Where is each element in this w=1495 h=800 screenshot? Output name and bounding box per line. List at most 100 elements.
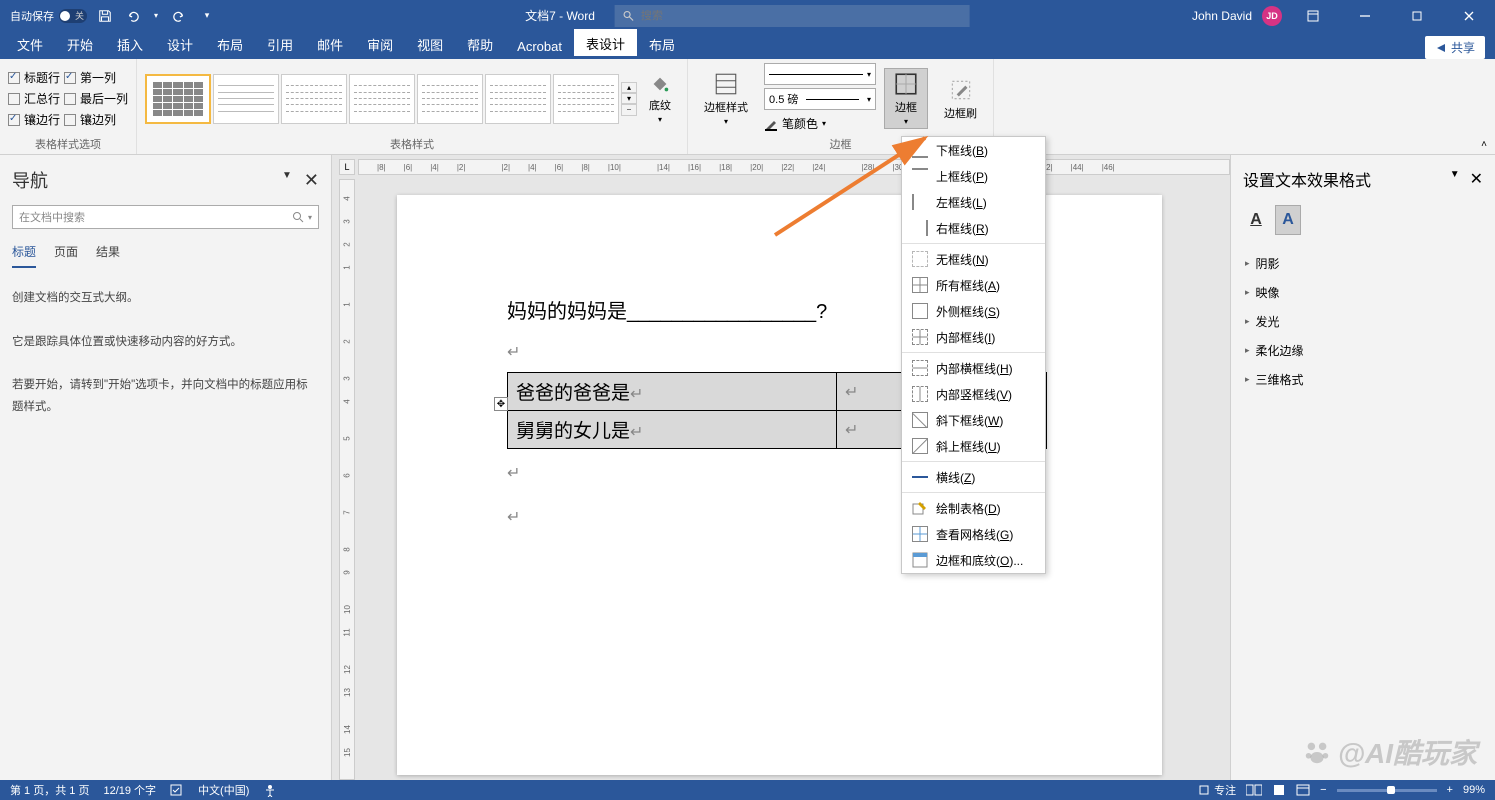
nav-tab-pages[interactable]: 页面 bbox=[54, 243, 78, 268]
table-style-7[interactable] bbox=[553, 74, 619, 124]
table-style-5[interactable] bbox=[417, 74, 483, 124]
right-pane-dropdown-icon[interactable]: ▼ bbox=[1450, 169, 1460, 189]
gallery-down-icon[interactable]: ▾ bbox=[621, 93, 637, 104]
mi-draw-table[interactable]: 绘制表格(D) bbox=[902, 495, 1045, 521]
table-style-3[interactable] bbox=[281, 74, 347, 124]
pen-color-button[interactable]: 笔颜色▾ bbox=[764, 113, 876, 134]
mi-all-borders[interactable]: 所有框线(A) bbox=[902, 272, 1045, 298]
undo-icon[interactable] bbox=[123, 6, 143, 26]
tab-view[interactable]: 视图 bbox=[405, 30, 455, 59]
table-style-6[interactable] bbox=[485, 74, 551, 124]
gallery-more-icon[interactable]: ⎯ bbox=[621, 104, 637, 116]
rp-3d[interactable]: 三维格式 bbox=[1243, 365, 1483, 394]
border-styles-button[interactable]: 边框样式▾ bbox=[696, 69, 756, 128]
chk-first-col[interactable]: 第一列 bbox=[64, 67, 128, 88]
status-page[interactable]: 第 1 页，共 1 页 bbox=[10, 782, 89, 798]
mi-view-gridlines[interactable]: 查看网格线(G) bbox=[902, 521, 1045, 547]
status-accessibility-icon[interactable] bbox=[263, 783, 277, 797]
tab-design[interactable]: 设计 bbox=[155, 30, 205, 59]
status-language[interactable]: 中文(中国) bbox=[198, 782, 249, 798]
mi-inside-borders[interactable]: 内部框线(I) bbox=[902, 324, 1045, 350]
gallery-up-icon[interactable]: ▴ bbox=[621, 82, 637, 93]
nav-tab-headings[interactable]: 标题 bbox=[12, 243, 36, 268]
rp-shadow[interactable]: 阴影 bbox=[1243, 249, 1483, 278]
table-cell[interactable]: 舅舅的女儿是↵ bbox=[508, 411, 837, 449]
undo-more-icon[interactable]: ▾ bbox=[151, 6, 161, 26]
zoom-out-icon[interactable]: − bbox=[1320, 784, 1326, 796]
chk-banded-rows[interactable]: 镶边行 bbox=[8, 109, 60, 130]
share-button[interactable]: 共享 bbox=[1425, 36, 1485, 59]
tab-review[interactable]: 审阅 bbox=[355, 30, 405, 59]
tab-acrobat[interactable]: Acrobat bbox=[505, 34, 574, 59]
tab-table-layout[interactable]: 布局 bbox=[637, 30, 687, 59]
mi-outside-borders[interactable]: 外侧框线(S) bbox=[902, 298, 1045, 324]
border-painter-button[interactable]: 边框刷 bbox=[936, 75, 985, 123]
mi-inside-h-border[interactable]: 内部横框线(H) bbox=[902, 355, 1045, 381]
user-name[interactable]: John David bbox=[1192, 9, 1252, 23]
mi-top-border[interactable]: 上框线(P) bbox=[902, 163, 1045, 189]
tab-references[interactable]: 引用 bbox=[255, 30, 305, 59]
chk-last-col[interactable]: 最后一列 bbox=[64, 88, 128, 109]
shading-button[interactable]: 底纹▾ bbox=[641, 71, 679, 126]
autosave-toggle[interactable]: 自动保存 关 bbox=[10, 8, 87, 24]
mi-left-border[interactable]: 左框线(L) bbox=[902, 189, 1045, 215]
save-icon[interactable] bbox=[95, 6, 115, 26]
qat-customize-icon[interactable]: ▾ bbox=[197, 6, 217, 26]
user-avatar[interactable]: JD bbox=[1262, 6, 1282, 26]
text-effects-tab[interactable]: A bbox=[1275, 205, 1301, 235]
zoom-level[interactable]: 99% bbox=[1463, 784, 1485, 796]
mi-diag-down-border[interactable]: 斜下框线(W) bbox=[902, 407, 1045, 433]
search-input[interactable] bbox=[641, 10, 962, 22]
tab-insert[interactable]: 插入 bbox=[105, 30, 155, 59]
maximize-icon[interactable] bbox=[1396, 0, 1438, 31]
close-icon[interactable] bbox=[1448, 0, 1490, 31]
vertical-ruler[interactable]: 4321123456789101112131415161718192021222… bbox=[339, 179, 355, 780]
tab-file[interactable]: 文件 bbox=[5, 30, 55, 59]
view-print-icon[interactable] bbox=[1272, 784, 1286, 796]
rp-glow[interactable]: 发光 bbox=[1243, 307, 1483, 336]
text-fill-tab[interactable]: A bbox=[1243, 205, 1269, 235]
line-weight-combo[interactable]: 0.5 磅▾ bbox=[764, 88, 876, 110]
ribbon-mode-icon[interactable] bbox=[1292, 0, 1334, 31]
chk-banded-cols[interactable]: 镶边列 bbox=[64, 109, 128, 130]
page[interactable]: 妈妈的妈妈是_________________? ↵ ✥ 爸爸的爸爸是↵ ↵ 舅… bbox=[397, 195, 1162, 775]
search-box[interactable] bbox=[615, 5, 970, 27]
nav-search-input[interactable]: 在文档中搜索 ▾ bbox=[12, 205, 319, 229]
redo-icon[interactable] bbox=[169, 6, 189, 26]
mi-diag-up-border[interactable]: 斜上框线(U) bbox=[902, 433, 1045, 459]
rp-softedges[interactable]: 柔化边缘 bbox=[1243, 336, 1483, 365]
chk-header-row[interactable]: 标题行 bbox=[8, 67, 60, 88]
tab-help[interactable]: 帮助 bbox=[455, 30, 505, 59]
mi-horizontal-line[interactable]: 横线(Z) bbox=[902, 464, 1045, 490]
nav-search-more-icon[interactable]: ▾ bbox=[308, 213, 312, 222]
table-style-4[interactable] bbox=[349, 74, 415, 124]
zoom-slider[interactable] bbox=[1337, 789, 1437, 792]
tab-layout[interactable]: 布局 bbox=[205, 30, 255, 59]
mi-borders-shading-dialog[interactable]: 边框和底纹(O)... bbox=[902, 547, 1045, 573]
horizontal-ruler[interactable]: |8||6||4||2||2||4||6||8||10||14||16||18|… bbox=[358, 159, 1230, 175]
gallery-scroll[interactable]: ▴▾⎯ bbox=[621, 82, 637, 116]
tab-table-design[interactable]: 表设计 bbox=[574, 29, 637, 59]
mi-right-border[interactable]: 右框线(R) bbox=[902, 215, 1045, 241]
right-pane-close-icon[interactable]: ✕ bbox=[1470, 169, 1483, 189]
borders-button[interactable]: 边框▾ bbox=[884, 68, 928, 129]
status-words[interactable]: 12/19 个字 bbox=[103, 782, 156, 798]
tab-mailings[interactable]: 邮件 bbox=[305, 30, 355, 59]
table-cell[interactable]: 爸爸的爸爸是↵ bbox=[508, 373, 837, 411]
nav-tab-results[interactable]: 结果 bbox=[96, 243, 120, 268]
nav-dropdown-icon[interactable]: ▼ bbox=[282, 170, 292, 191]
table-style-2[interactable] bbox=[213, 74, 279, 124]
table-style-1[interactable] bbox=[145, 74, 211, 124]
mi-inside-v-border[interactable]: 内部竖框线(V) bbox=[902, 381, 1045, 407]
nav-close-icon[interactable]: ✕ bbox=[304, 170, 319, 191]
collapse-ribbon-icon[interactable]: ˄ bbox=[1481, 139, 1487, 150]
zoom-in-icon[interactable]: + bbox=[1447, 784, 1453, 796]
status-focus[interactable]: 专注 bbox=[1198, 782, 1236, 798]
view-web-icon[interactable] bbox=[1296, 784, 1310, 796]
status-proofing-icon[interactable] bbox=[170, 783, 184, 797]
rp-reflection[interactable]: 映像 bbox=[1243, 278, 1483, 307]
tab-home[interactable]: 开始 bbox=[55, 30, 105, 59]
minimize-icon[interactable] bbox=[1344, 0, 1386, 31]
view-read-icon[interactable] bbox=[1246, 784, 1262, 796]
ruler-corner[interactable]: L bbox=[339, 159, 355, 175]
